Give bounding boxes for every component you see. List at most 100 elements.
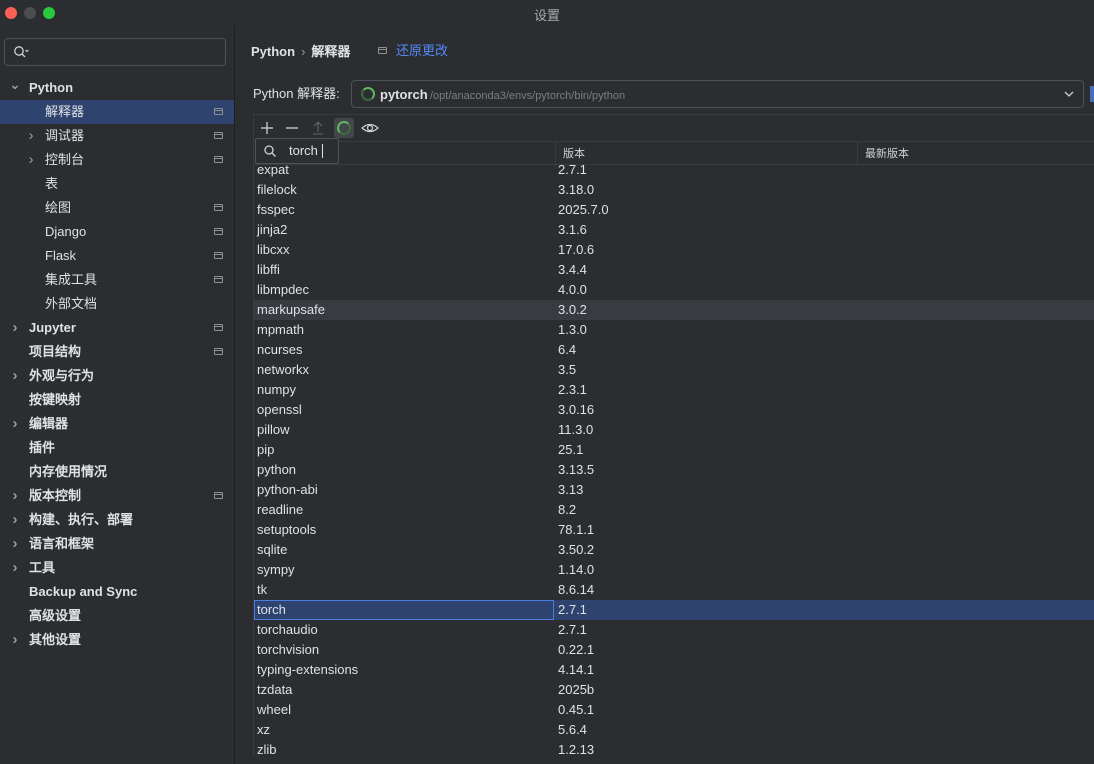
chevron-right-icon[interactable]: › bbox=[9, 628, 21, 652]
package-name: typing-extensions bbox=[257, 662, 359, 677]
remove-icon[interactable] bbox=[282, 118, 302, 138]
sidebar-item[interactable]: › 调试器 bbox=[0, 124, 234, 148]
chevron-right-icon[interactable]: › bbox=[9, 316, 21, 340]
sidebar-item[interactable]: Backup and Sync bbox=[0, 580, 234, 604]
table-row[interactable]: torch 2.7.1 bbox=[254, 600, 1094, 620]
chevron-right-icon[interactable]: › bbox=[25, 124, 37, 148]
package-version: 78.1.1 bbox=[558, 522, 595, 537]
add-icon[interactable] bbox=[257, 118, 277, 138]
package-name: markupsafe bbox=[257, 302, 325, 317]
sidebar-item[interactable]: 项目结构 bbox=[0, 340, 234, 364]
sidebar-item-label: Backup and Sync bbox=[29, 584, 138, 599]
column-header-version[interactable]: 版本 bbox=[555, 142, 857, 166]
sidebar-item[interactable]: › 编辑器 bbox=[0, 412, 234, 436]
table-row[interactable]: pip 25.1 bbox=[254, 440, 1094, 460]
table-row[interactable]: typing-extensions 4.14.1 bbox=[254, 660, 1094, 680]
table-row[interactable]: filelock 3.18.0 bbox=[254, 180, 1094, 200]
table-row[interactable]: readline 8.2 bbox=[254, 500, 1094, 520]
table-row[interactable]: ncurses 6.4 bbox=[254, 340, 1094, 360]
sidebar-item[interactable]: › 其他设置 bbox=[0, 628, 234, 652]
table-row[interactable]: python-abi 3.13 bbox=[254, 480, 1094, 500]
chevron-right-icon[interactable]: › bbox=[9, 532, 21, 556]
package-name: networkx bbox=[257, 362, 310, 377]
package-version: 5.6.4 bbox=[558, 722, 587, 737]
table-row[interactable]: xz 5.6.4 bbox=[254, 720, 1094, 740]
table-row[interactable]: tzdata 2025b bbox=[254, 680, 1094, 700]
sidebar-item[interactable]: 高级设置 bbox=[0, 604, 234, 628]
table-row[interactable]: libcxx 17.0.6 bbox=[254, 240, 1094, 260]
sidebar-item[interactable]: › 版本控制 bbox=[0, 484, 234, 508]
sidebar-item-label: 解释器 bbox=[45, 104, 85, 119]
breadcrumb-item-interpreter: 解释器 bbox=[311, 44, 351, 59]
settings-search-input[interactable] bbox=[4, 38, 226, 66]
table-row[interactable]: pillow 11.3.0 bbox=[254, 420, 1094, 440]
table-row[interactable]: torchaudio 2.7.1 bbox=[254, 620, 1094, 640]
interpreter-name: pytorch bbox=[380, 87, 428, 102]
table-row[interactable]: markupsafe 3.0.2 bbox=[254, 300, 1094, 320]
chevron-right-icon[interactable]: › bbox=[25, 148, 37, 172]
package-filter-popup[interactable]: torch bbox=[255, 138, 339, 164]
sidebar-item[interactable]: Django bbox=[0, 220, 234, 244]
sidebar-item[interactable]: 表 bbox=[0, 172, 234, 196]
package-version: 0.45.1 bbox=[558, 702, 595, 717]
table-row[interactable]: fsspec 2025.7.0 bbox=[254, 200, 1094, 220]
table-row[interactable]: mpmath 1.3.0 bbox=[254, 320, 1094, 340]
project-scope-icon bbox=[214, 276, 223, 283]
search-icon bbox=[14, 46, 29, 58]
table-row[interactable]: python 3.13.5 bbox=[254, 460, 1094, 480]
table-row[interactable]: libffi 3.4.4 bbox=[254, 260, 1094, 280]
table-row[interactable]: sqlite 3.50.2 bbox=[254, 540, 1094, 560]
table-row[interactable]: numpy 2.3.1 bbox=[254, 380, 1094, 400]
package-name: libmpdec bbox=[257, 282, 310, 297]
sidebar-item[interactable]: › 语言和框架 bbox=[0, 532, 234, 556]
package-name: openssl bbox=[257, 402, 302, 417]
table-row[interactable]: openssl 3.0.16 bbox=[254, 400, 1094, 420]
sidebar-item[interactable]: ⌄ Python bbox=[0, 76, 234, 100]
add-interpreter-link-cut[interactable] bbox=[1090, 86, 1094, 102]
sidebar-item-label: 调试器 bbox=[45, 128, 85, 143]
sidebar-item[interactable]: › Jupyter bbox=[0, 316, 234, 340]
table-row[interactable]: torchvision 0.22.1 bbox=[254, 640, 1094, 660]
sidebar-item[interactable]: 绘图 bbox=[0, 196, 234, 220]
project-scope-icon bbox=[214, 228, 223, 235]
breadcrumb-item-python[interactable]: Python bbox=[251, 44, 295, 59]
package-version: 3.0.16 bbox=[558, 402, 595, 417]
sidebar-item[interactable]: 集成工具 bbox=[0, 268, 234, 292]
sidebar-item[interactable]: 解释器 bbox=[0, 100, 234, 124]
conda-toggle-icon[interactable] bbox=[334, 118, 354, 138]
table-row[interactable]: setuptools 78.1.1 bbox=[254, 520, 1094, 540]
package-filter-input[interactable]: torch bbox=[289, 143, 318, 159]
table-row[interactable]: networkx 3.5 bbox=[254, 360, 1094, 380]
chevron-right-icon[interactable]: › bbox=[9, 508, 21, 532]
sidebar-item[interactable]: › 工具 bbox=[0, 556, 234, 580]
interpreter-select[interactable]: pytorch /opt/anaconda3/envs/pytorch/bin/… bbox=[351, 80, 1084, 108]
sidebar-item[interactable]: › 控制台 bbox=[0, 148, 234, 172]
sidebar-item[interactable]: 内存使用情况 bbox=[0, 460, 234, 484]
package-name: xz bbox=[257, 722, 270, 737]
chevron-right-icon[interactable]: › bbox=[9, 364, 21, 388]
sidebar-item[interactable]: Flask bbox=[0, 244, 234, 268]
table-row[interactable]: libmpdec 4.0.0 bbox=[254, 280, 1094, 300]
table-row[interactable]: jinja2 3.1.6 bbox=[254, 220, 1094, 240]
table-row[interactable]: zlib 1.2.13 bbox=[254, 740, 1094, 755]
interpreter-path: /opt/anaconda3/envs/pytorch/bin/python bbox=[430, 90, 626, 102]
show-early-releases-icon[interactable] bbox=[360, 118, 380, 138]
table-row[interactable]: expat 2.7.1 bbox=[254, 165, 1094, 180]
chevron-down-icon[interactable]: ⌄ bbox=[9, 76, 21, 100]
sidebar-item[interactable]: 外部文档 bbox=[0, 292, 234, 316]
upgrade-icon[interactable] bbox=[308, 118, 328, 138]
sidebar-item-label: 高级设置 bbox=[29, 608, 82, 623]
sidebar-item[interactable]: › 构建、执行、部署 bbox=[0, 508, 234, 532]
chevron-right-icon[interactable]: › bbox=[9, 556, 21, 580]
chevron-right-icon[interactable]: › bbox=[9, 412, 21, 436]
chevron-right-icon[interactable]: › bbox=[9, 484, 21, 508]
sidebar-item[interactable]: › 外观与行为 bbox=[0, 364, 234, 388]
reset-changes-link[interactable]: 还原更改 bbox=[396, 42, 448, 60]
package-name: pillow bbox=[257, 422, 290, 437]
sidebar-item[interactable]: 插件 bbox=[0, 436, 234, 460]
table-row[interactable]: tk 8.6.14 bbox=[254, 580, 1094, 600]
table-row[interactable]: wheel 0.45.1 bbox=[254, 700, 1094, 720]
sidebar-item[interactable]: 按键映射 bbox=[0, 388, 234, 412]
table-row[interactable]: sympy 1.14.0 bbox=[254, 560, 1094, 580]
column-header-latest-version[interactable]: 最新版本 bbox=[857, 142, 1094, 166]
